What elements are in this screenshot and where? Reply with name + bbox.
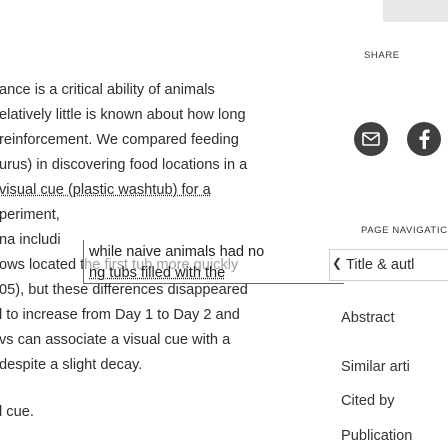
nav-item-cited-by[interactable]: Cited by <box>341 393 395 409</box>
facebook-icon <box>419 129 430 149</box>
nav-item-similar-articles[interactable]: Similar arti <box>341 359 410 375</box>
chevron-left-icon: ❮ <box>332 256 343 270</box>
abstract-line: reinforcement. We compared feeding <box>0 132 239 148</box>
popup-line: ng tubs filled with the <box>89 265 226 281</box>
abstract-line: elatively little is known about how long <box>0 107 246 123</box>
nav-current-label: Title & autl <box>346 257 415 273</box>
email-icon <box>362 132 380 146</box>
top-bar <box>383 0 448 22</box>
share-email-button[interactable] <box>354 122 388 156</box>
abstract-line: ance is a critical ability of animals <box>0 82 215 98</box>
share-facebook-button[interactable] <box>407 122 441 156</box>
nav-item-abstract[interactable]: Abstract <box>341 310 395 326</box>
page-navigation-current[interactable]: ❮ Title & autl <box>329 249 448 281</box>
text-selection-popup: while naive animals had no ng tubs fille… <box>83 240 344 284</box>
abstract-line: urus) in discovering food locations in a <box>0 157 248 173</box>
abstract-line: l to increase from Day 1 to Day 2 and <box>0 307 240 323</box>
abstract-line: na includi <box>0 232 61 248</box>
abstract-line: l cue. <box>0 404 34 420</box>
abstract-line: despite a slight decay. <box>0 357 143 373</box>
nav-item-publication[interactable]: Publication <box>341 428 412 444</box>
share-label: SHARE <box>364 50 400 61</box>
abstract-line: visual cue (plastic washtub) for a <box>0 182 211 198</box>
abstract-line: 05), but these differences disappeared <box>0 282 248 298</box>
abstract-line: vs can associate a visual cue with a <box>0 332 231 348</box>
abstract-line: periment, <box>0 207 60 223</box>
page-navigation-label: PAGE NAVIGATIC <box>361 225 448 236</box>
popup-line: while naive animals had no <box>89 244 265 260</box>
